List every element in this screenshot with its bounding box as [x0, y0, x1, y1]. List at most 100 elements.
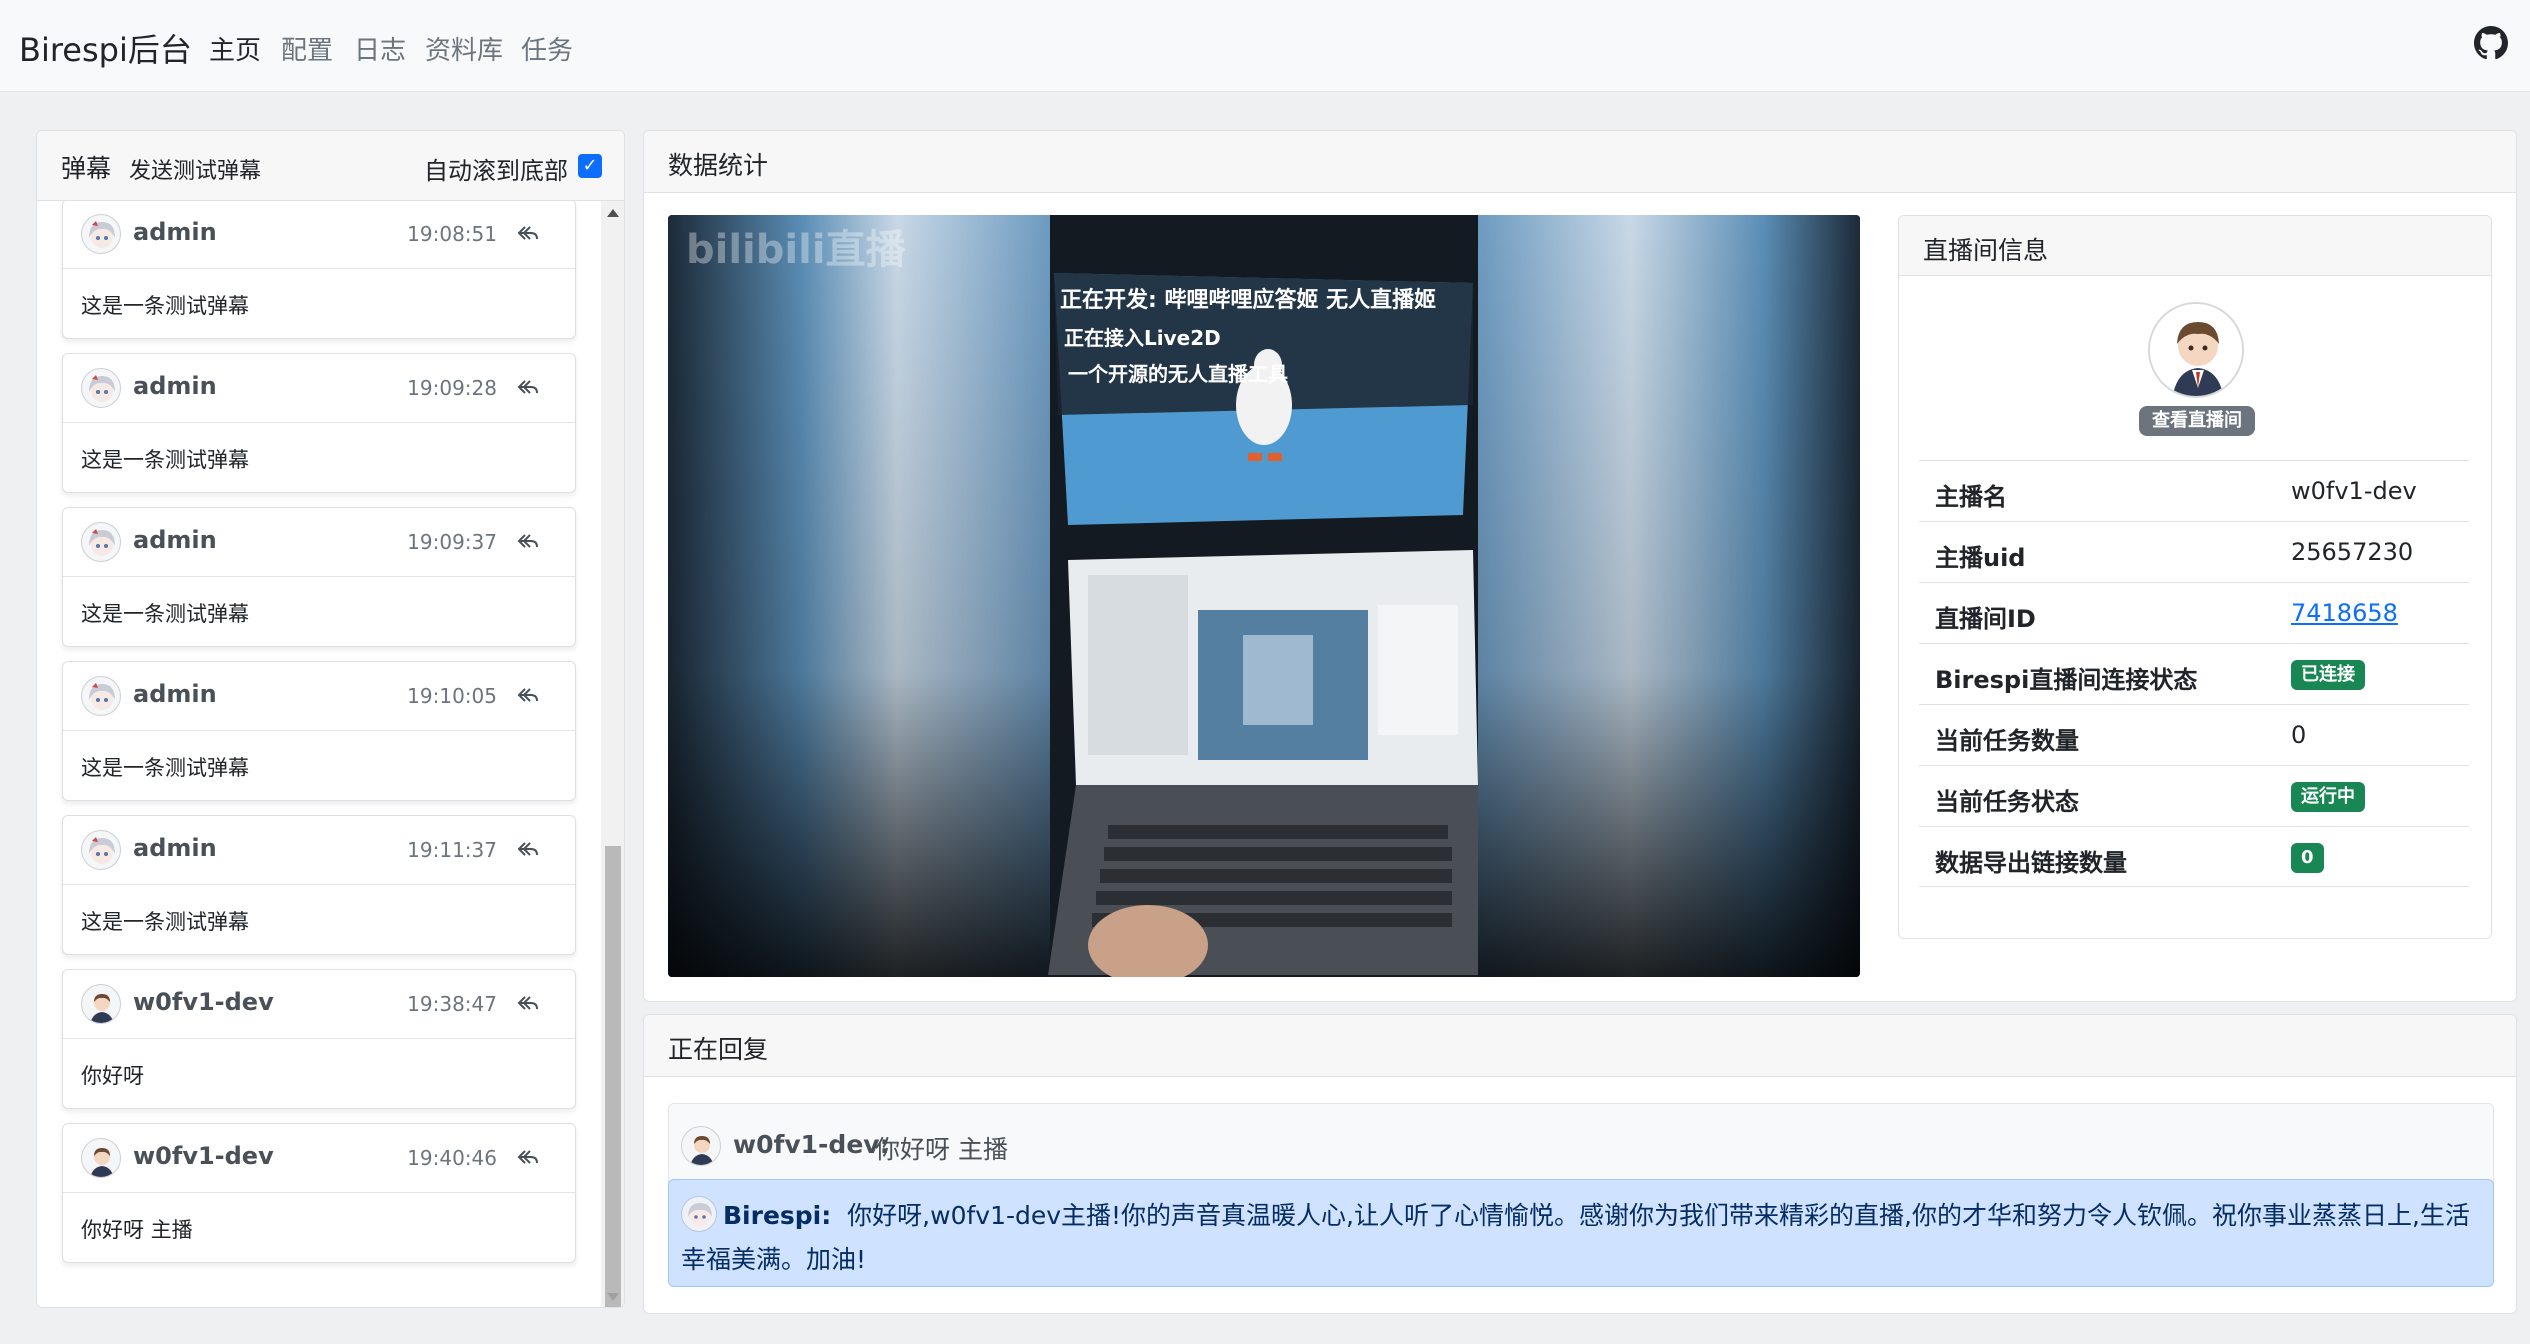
danmaku-text: 这是一条测试弹幕 [81, 602, 249, 626]
scroll-up-arrow-icon[interactable] [607, 209, 619, 217]
reply-icon[interactable] [517, 840, 539, 858]
danmaku-panel: 弹幕 发送测试弹幕 自动滚到底部 ✓ admin 19:08:51 这是一条测试弹幕… [36, 130, 625, 1308]
room-info-value: 0 [2291, 721, 2307, 749]
danmaku-text: 这是一条测试弹幕 [81, 294, 249, 318]
brand-title[interactable]: Birespi后台 [19, 25, 192, 71]
send-test-danmaku-button[interactable]: 发送测试弹幕 [129, 153, 261, 185]
danmaku-message-header: w0fv1-dev 19:40:46 [63, 1124, 575, 1193]
danmaku-time: 19:10:05 [407, 684, 497, 708]
auto-scroll-checkbox[interactable]: ✓ [578, 154, 602, 178]
suit-boy-avatar-icon [81, 1138, 121, 1178]
nav-config[interactable]: 配置 [281, 30, 333, 67]
danmaku-header: 弹幕 发送测试弹幕 自动滚到底部 ✓ [37, 131, 624, 201]
danmaku-user: admin [133, 218, 217, 246]
status-badge: 0 [2291, 843, 2324, 873]
danmaku-message-header: admin 19:08:51 [63, 201, 575, 269]
top-navbar: Birespi后台 主页 配置 日志 资料库 任务 [0, 0, 2530, 92]
room-info-value: 25657230 [2291, 538, 2414, 566]
room-info-row: 当前任务数量 0 [1919, 704, 2469, 765]
reply-icon[interactable] [517, 1148, 539, 1166]
stream-frame-image: bilibili直播 正在开发: 哔哩哔哩应答姬 无人直播姬 正在接入Live2… [668, 215, 1860, 977]
danmaku-title: 弹幕 [61, 154, 112, 183]
anime-girl-avatar-icon [81, 830, 121, 870]
danmaku-time: 19:09:37 [407, 530, 497, 554]
danmaku-message-header: admin 19:10:05 [63, 662, 575, 731]
room-info-key: 主播uid [1935, 544, 2026, 572]
danmaku-message: admin 19:08:51 这是一条测试弹幕 [62, 201, 576, 339]
nav-tasks[interactable]: 任务 [521, 30, 573, 67]
danmaku-user: w0fv1-dev [133, 988, 274, 1016]
room-info-key: Birespi直播间连接状态 [1935, 666, 2198, 694]
bot-name: Birespi: [723, 1201, 832, 1230]
danmaku-text: 这是一条测试弹幕 [81, 756, 249, 780]
reply-icon[interactable] [517, 532, 539, 550]
danmaku-text: 这是一条测试弹幕 [81, 910, 249, 934]
room-info-row: 数据导出链接数量 0 [1919, 826, 2469, 887]
status-badge: 已连接 [2291, 660, 2365, 690]
nav-home[interactable]: 主页 [209, 30, 261, 67]
live-stream-preview[interactable]: bilibili直播 正在开发: 哔哩哔哩应答姬 无人直播姬 正在接入Live2… [668, 215, 1860, 977]
stream-overlay-line-3: 一个开源的无人直播工具 [1068, 362, 1288, 386]
danmaku-message-header: admin 19:09:28 [63, 354, 575, 423]
status-badge: 运行中 [2291, 782, 2365, 812]
bot-avatar-icon [681, 1196, 717, 1232]
room-info-key: 主播名 [1935, 483, 2007, 511]
danmaku-text: 你好呀 [81, 1064, 144, 1088]
danmaku-user: admin [133, 834, 217, 862]
room-id-link[interactable]: 7418658 [2291, 599, 2398, 627]
stream-overlay-line-2: 正在接入Live2D [1064, 326, 1221, 350]
danmaku-message: admin 19:10:05 这是一条测试弹幕 [62, 661, 576, 801]
anime-girl-avatar-icon [81, 676, 121, 716]
stream-overlay-line-1: 正在开发: 哔哩哔哩应答姬 无人直播姬 [1060, 287, 1436, 313]
reply-icon[interactable] [517, 378, 539, 396]
suit-boy-avatar-icon [81, 984, 121, 1024]
danmaku-user: admin [133, 526, 217, 554]
danmaku-scrollbar[interactable] [601, 201, 624, 1307]
suit-boy-avatar-icon [2150, 304, 2242, 396]
danmaku-message: admin 19:09:37 这是一条测试弹幕 [62, 507, 576, 647]
nav-library[interactable]: 资料库 [425, 30, 503, 67]
room-info-key: 数据导出链接数量 [1935, 849, 2127, 877]
reply-icon[interactable] [517, 224, 539, 242]
replying-user-message: w0fv1-dev: 你好呀 主播 [668, 1103, 2494, 1187]
user-avatar [681, 1126, 721, 1166]
danmaku-time: 19:09:28 [407, 376, 497, 400]
anime-girl-avatar-icon [81, 214, 121, 254]
danmaku-time: 19:11:37 [407, 838, 497, 862]
danmaku-time: 19:38:47 [407, 992, 497, 1016]
suit-boy-avatar-icon [690, 1136, 714, 1165]
danmaku-message: w0fv1-dev 19:40:46 你好呀 主播 [62, 1123, 576, 1263]
bot-reply-message: Birespi: 你好呀,w0fv1-dev主播!你的声音真温暖人心,让人听了心… [668, 1179, 2494, 1287]
room-info-title: 直播间信息 [1899, 216, 2491, 276]
danmaku-message-header: admin 19:11:37 [63, 816, 575, 885]
reply-icon[interactable] [517, 994, 539, 1012]
danmaku-message: admin 19:11:37 这是一条测试弹幕 [62, 815, 576, 955]
github-icon[interactable] [2474, 26, 2508, 60]
stats-panel: 数据统计 bilibili直播 正在开发: 哔哩哔哩应答姬 无人直播姬 正在接入… [643, 130, 2517, 1002]
room-info-key: 当前任务状态 [1935, 788, 2079, 816]
nav-logs[interactable]: 日志 [354, 30, 406, 67]
danmaku-time: 19:08:51 [407, 222, 497, 246]
danmaku-user: admin [133, 372, 217, 400]
danmaku-list[interactable]: admin 19:08:51 这是一条测试弹幕 admin 19:09:28 这是一条测试… [37, 201, 601, 1307]
reply-icon[interactable] [517, 686, 539, 704]
danmaku-time: 19:40:46 [407, 1146, 497, 1170]
danmaku-text: 你好呀 主播 [81, 1218, 193, 1242]
room-info-key: 直播间ID [1935, 605, 2036, 633]
streamer-avatar[interactable] [2148, 302, 2244, 398]
anime-girl-avatar-icon [81, 368, 121, 408]
replying-title: 正在回复 [644, 1015, 2516, 1077]
bot-reply-text: 你好呀,w0fv1-dev主播!你的声音真温暖人心,让人听了心情愉悦。感谢你为我… [681, 1201, 2470, 1274]
room-info-row: 主播名 w0fv1-dev [1919, 460, 2469, 521]
scroll-thumb[interactable] [605, 846, 621, 1307]
danmaku-user: admin [133, 680, 217, 708]
scroll-down-arrow-icon[interactable] [607, 1293, 619, 1301]
stats-title: 数据统计 [644, 131, 2516, 193]
view-live-room-button[interactable]: 查看直播间 [2139, 406, 2255, 436]
anime-girl-avatar-icon [81, 522, 121, 562]
danmaku-message: admin 19:09:28 这是一条测试弹幕 [62, 353, 576, 493]
room-info-row: Birespi直播间连接状态 已连接 [1919, 643, 2469, 704]
replying-user-text: 你好呀 主播 [875, 1135, 1008, 1164]
room-info-value: w0fv1-dev [2291, 477, 2417, 505]
danmaku-message-header: admin 19:09:37 [63, 508, 575, 577]
